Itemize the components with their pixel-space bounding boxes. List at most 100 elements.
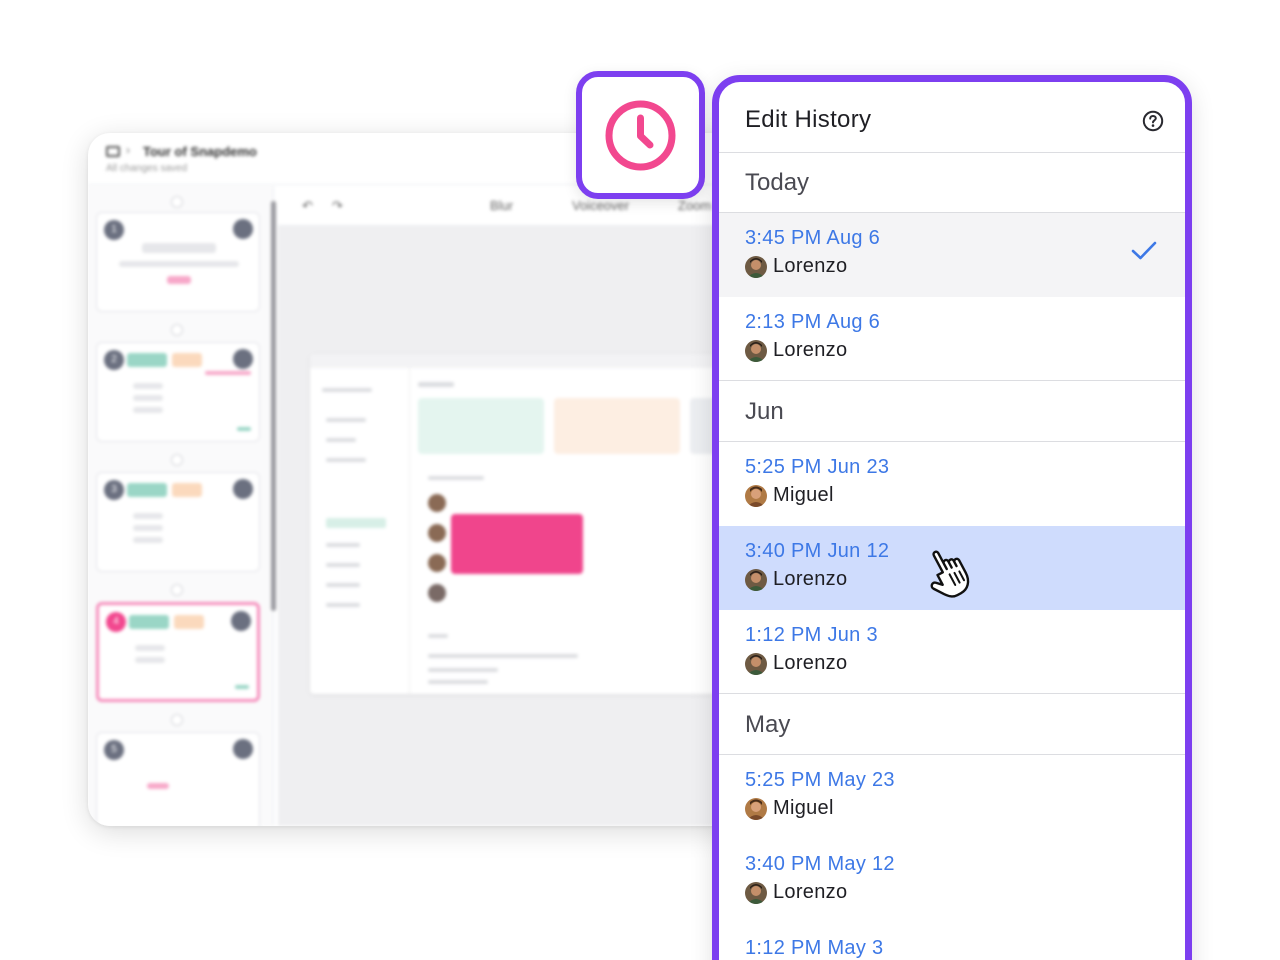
history-entry[interactable]: 2:13 PM Aug 6 Lorenzo xyxy=(719,297,1185,381)
entry-time: 3:45 PM Aug 6 xyxy=(745,227,881,249)
zoom-button[interactable]: Zoom xyxy=(678,198,711,213)
entry-user-name: Lorenzo xyxy=(773,652,848,674)
entry-time: 1:12 PM Jun 3 xyxy=(745,624,878,646)
entry-time: 5:25 PM May 23 xyxy=(745,769,895,791)
placeholder-bar xyxy=(133,383,163,389)
placeholder-avatar xyxy=(428,584,446,602)
entry-user-name: Miguel xyxy=(773,484,834,506)
help-circle-icon[interactable] xyxy=(1142,110,1164,132)
placeholder-line xyxy=(326,563,360,567)
add-step-button[interactable] xyxy=(171,714,183,726)
step-thumbnail[interactable]: 5 xyxy=(96,732,260,826)
more-icon[interactable] xyxy=(233,479,253,499)
sidebar-scrollbar[interactable] xyxy=(271,201,276,611)
entry-user-name: Lorenzo xyxy=(773,339,848,361)
save-status: All changes saved xyxy=(106,163,188,174)
placeholder-bar xyxy=(147,783,169,789)
group-label: Today xyxy=(745,169,810,196)
panel-header: Edit History xyxy=(719,82,1185,153)
breadcrumb-title[interactable]: Tour of Snapdemo xyxy=(143,144,257,159)
placeholder-bar xyxy=(172,353,202,367)
step-thumbnail-active[interactable]: 4 xyxy=(96,602,260,702)
more-icon[interactable] xyxy=(233,349,253,369)
placeholder-line xyxy=(326,458,366,462)
placeholder-line xyxy=(418,382,454,387)
placeholder-bar xyxy=(172,483,202,497)
entry-user-name: Lorenzo xyxy=(773,881,848,903)
placeholder-bar xyxy=(235,685,249,689)
step-thumbnail[interactable]: 2 xyxy=(96,342,260,442)
placeholder-bar xyxy=(119,261,239,267)
placeholder-line xyxy=(428,634,448,638)
placeholder-line xyxy=(326,418,366,422)
blur-button[interactable]: Blur xyxy=(490,198,513,213)
history-entry-selected[interactable]: 3:45 PM Aug 6 Lorenzo xyxy=(719,213,1185,297)
more-icon[interactable] xyxy=(233,739,253,759)
folder-icon[interactable] xyxy=(106,146,120,157)
more-icon[interactable] xyxy=(231,611,251,631)
edit-history-panel: Edit History Today 3:45 PM Aug 6 Lorenzo… xyxy=(712,75,1192,960)
placeholder-bar xyxy=(174,615,204,629)
avatar xyxy=(745,653,767,675)
add-step-button[interactable] xyxy=(171,324,183,336)
placeholder-bar xyxy=(167,276,191,284)
placeholder-card xyxy=(554,398,680,454)
placeholder-bar xyxy=(133,407,163,413)
placeholder-bar xyxy=(135,645,165,651)
undo-icon[interactable]: ↶ xyxy=(302,198,313,214)
placeholder-line xyxy=(428,680,488,684)
demo-screenshot xyxy=(310,354,730,694)
checkmark-icon xyxy=(1131,241,1157,260)
entry-time: 2:13 PM Aug 6 xyxy=(745,311,881,333)
history-entry[interactable]: 5:25 PM May 23 Miguel xyxy=(719,755,1185,839)
placeholder-bar xyxy=(127,353,167,367)
step-thumbnail[interactable]: 3 xyxy=(96,472,260,572)
group-header-jun: Jun xyxy=(719,382,1185,442)
group-header-may: May xyxy=(719,695,1185,755)
placeholder-line xyxy=(326,603,360,607)
step-number: 5 xyxy=(104,740,124,760)
placeholder-line xyxy=(326,438,356,442)
placeholder-bar xyxy=(237,427,251,431)
redo-icon[interactable]: ↷ xyxy=(332,198,343,214)
history-entry[interactable]: 3:40 PM May 12 Lorenzo xyxy=(719,839,1185,923)
group-label: Jun xyxy=(745,398,784,425)
placeholder-avatar xyxy=(428,554,446,572)
editor-canvas[interactable] xyxy=(278,226,768,826)
avatar xyxy=(745,882,767,904)
step-number: 4 xyxy=(106,612,126,632)
avatar xyxy=(745,256,767,278)
voiceover-button[interactable]: Voiceover xyxy=(572,198,629,213)
entry-time: 1:12 PM May 3 xyxy=(745,937,884,959)
placeholder-card xyxy=(418,398,544,454)
placeholder-bar xyxy=(133,513,163,519)
placeholder-line xyxy=(326,518,386,528)
add-step-button[interactable] xyxy=(171,454,183,466)
history-entry[interactable]: 1:12 PM May 3 xyxy=(719,923,1185,960)
add-step-button[interactable] xyxy=(171,196,183,208)
history-entry[interactable]: 1:12 PM Jun 3 Lorenzo xyxy=(719,610,1185,694)
entry-user-name: Miguel xyxy=(773,797,834,819)
panel-title: Edit History xyxy=(745,106,872,133)
avatar xyxy=(745,569,767,591)
avatar xyxy=(745,340,767,362)
entry-time: 3:40 PM May 12 xyxy=(745,853,895,875)
entry-user-name: Lorenzo xyxy=(773,568,848,590)
placeholder-line xyxy=(322,388,372,392)
placeholder-avatar xyxy=(428,524,446,542)
placeholder-line xyxy=(428,668,498,672)
placeholder-bar xyxy=(133,537,163,543)
add-step-button[interactable] xyxy=(171,584,183,596)
placeholder-bar xyxy=(127,483,167,497)
avatar xyxy=(745,798,767,820)
placeholder-line xyxy=(326,583,360,587)
step-thumbnail[interactable]: 1 xyxy=(96,212,260,312)
placeholder-bar xyxy=(133,395,163,401)
step-number: 1 xyxy=(104,220,124,240)
demo-nav xyxy=(310,368,410,694)
edit-history-button[interactable] xyxy=(576,71,705,199)
entry-user-name: Lorenzo xyxy=(773,255,848,277)
placeholder-bar xyxy=(133,525,163,531)
history-entry[interactable]: 5:25 PM Jun 23 Miguel xyxy=(719,442,1185,526)
more-icon[interactable] xyxy=(233,219,253,239)
